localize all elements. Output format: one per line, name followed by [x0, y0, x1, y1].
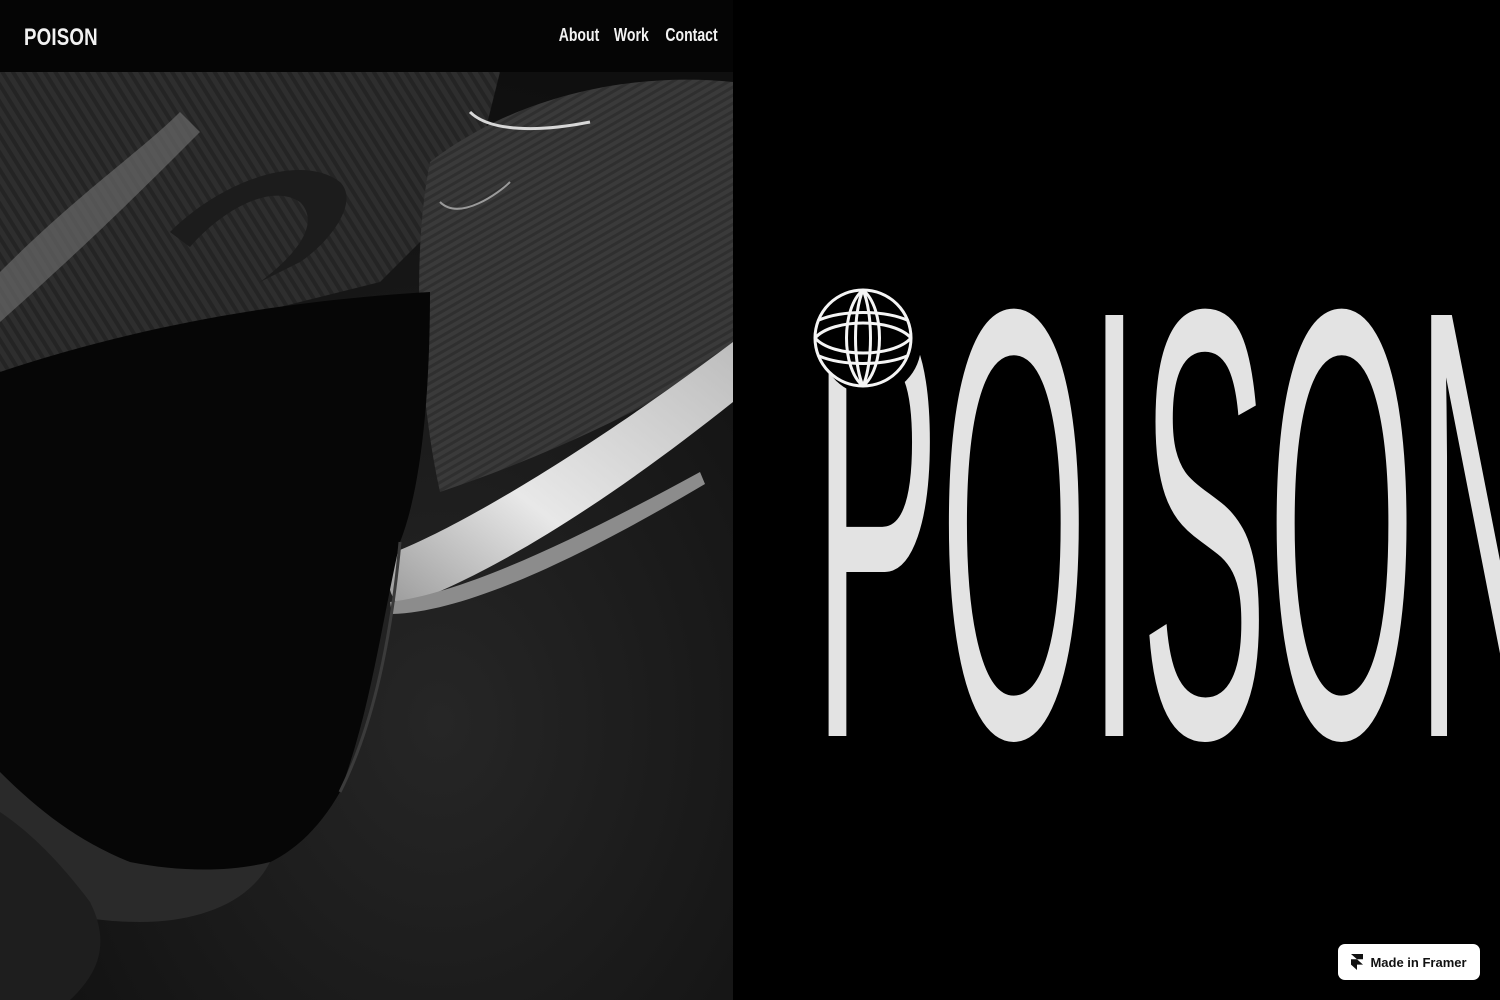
- main-nav: About Work Contact: [552, 25, 726, 46]
- hero-photo-image: [0, 72, 733, 1000]
- nav-link-work[interactable]: Work: [613, 25, 649, 46]
- hero-section: POISON: [733, 0, 1500, 1000]
- navbar: POISON About Work Contact: [0, 0, 733, 72]
- hero-photo: [0, 72, 733, 1000]
- nav-link-about[interactable]: About: [558, 25, 600, 46]
- globe-icon: [813, 288, 921, 395]
- site-logo[interactable]: POISON: [24, 24, 98, 52]
- made-in-framer-badge[interactable]: Made in Framer: [1338, 944, 1480, 980]
- page: POISON About Work Contact POISON Made in…: [0, 0, 1500, 1000]
- framer-logo-icon: [1351, 954, 1364, 970]
- hero-title-text: POISON: [813, 182, 1500, 856]
- left-pane: POISON About Work Contact: [0, 0, 733, 1000]
- hero-title: POISON: [813, 182, 1500, 856]
- badge-label: Made in Framer: [1370, 954, 1467, 970]
- nav-link-contact[interactable]: Contact: [665, 25, 719, 46]
